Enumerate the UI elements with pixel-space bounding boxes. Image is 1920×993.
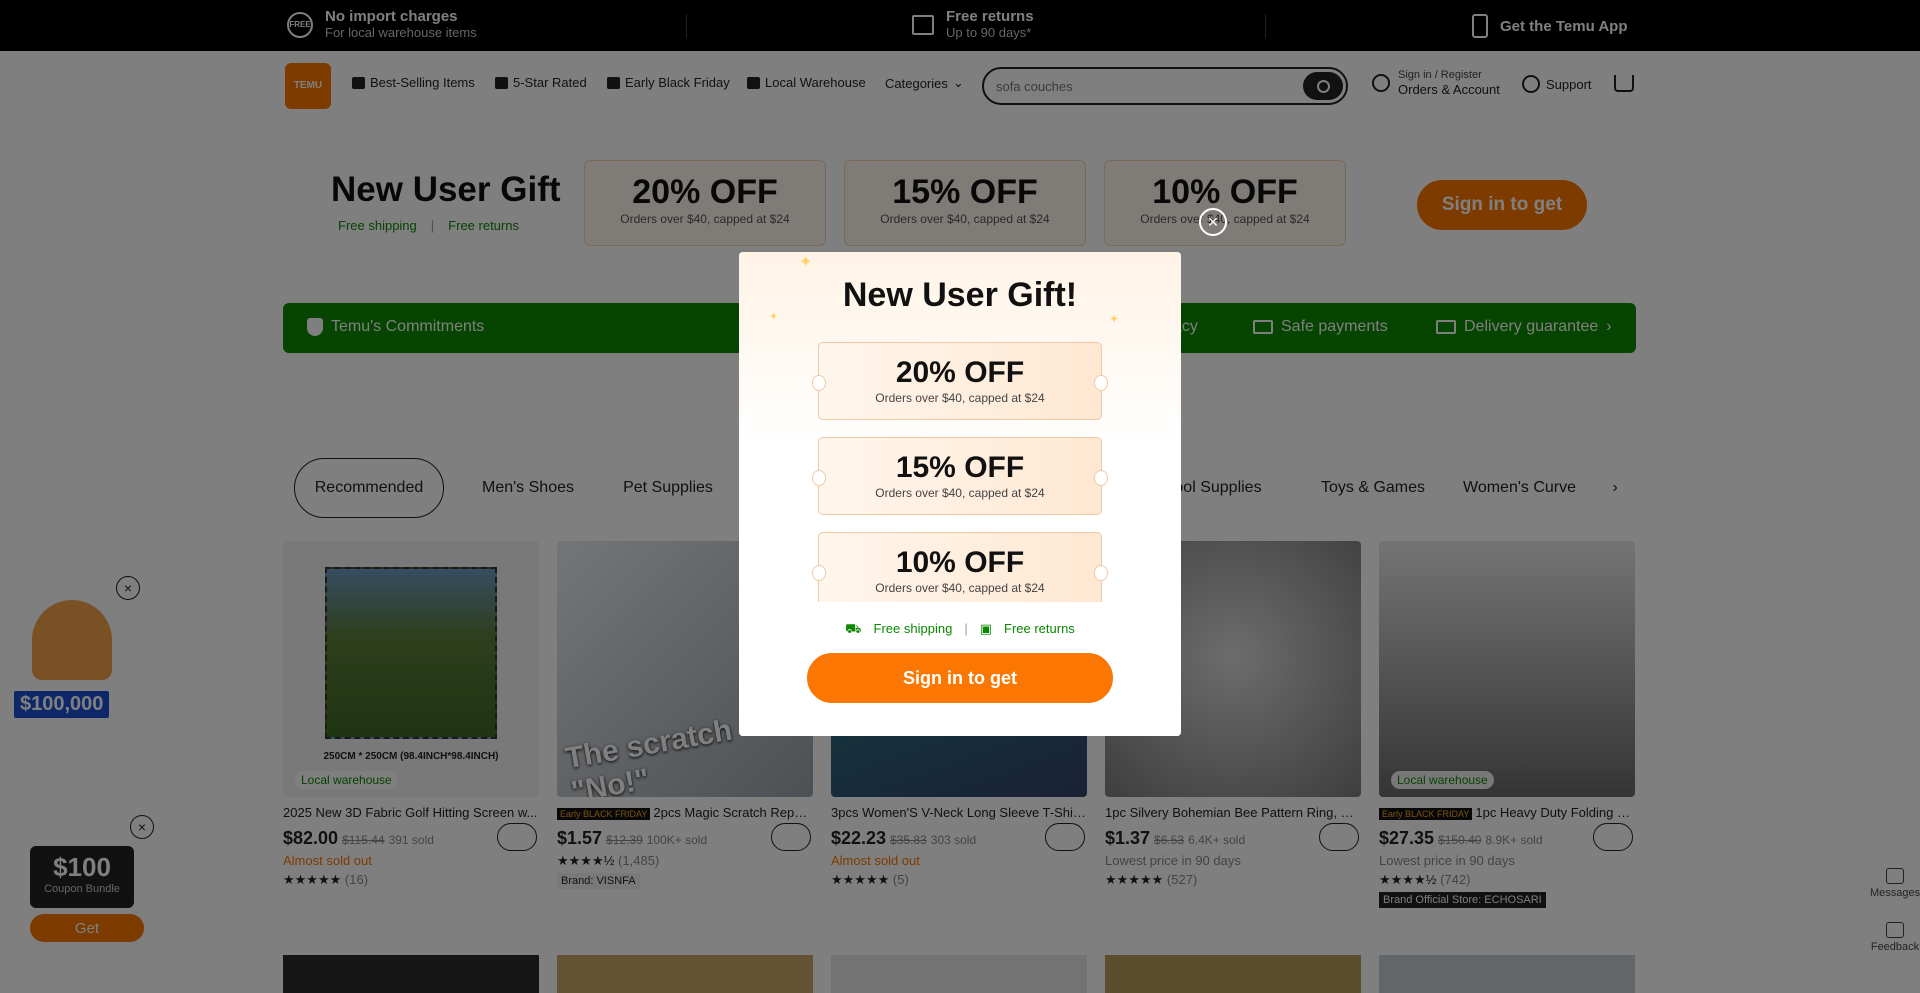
truck-icon: ⛟ <box>845 621 862 636</box>
coupon-desc: Orders over $40, capped at $24 <box>875 581 1045 595</box>
coupon-percent: 10% OFF <box>895 546 1025 579</box>
modal-coupon: 10% OFF Orders over $40, capped at $24 <box>812 532 1108 602</box>
modal-title: New User Gift! <box>842 276 1078 314</box>
coupon-percent: 20% OFF <box>895 356 1025 389</box>
modal-perks: ⛟ Free shipping | ▣ Free returns <box>739 621 1181 639</box>
coupon-desc: Orders over $40, capped at $24 <box>875 391 1045 405</box>
free-returns-label: Free returns <box>1004 621 1075 636</box>
free-shipping-label: Free shipping <box>873 621 953 636</box>
close-icon[interactable]: × <box>1199 208 1227 236</box>
perk-divider: | <box>964 621 968 636</box>
coupon-percent: 15% OFF <box>895 451 1025 484</box>
sign-in-to-get-button[interactable]: Sign in to get <box>807 653 1113 703</box>
sparkle-icon: ✦ <box>799 254 813 271</box>
modal-coupon: 15% OFF Orders over $40, capped at $24 <box>812 437 1108 515</box>
box-icon: ▣ <box>979 621 992 636</box>
coupon-desc: Orders over $40, capped at $24 <box>875 486 1045 500</box>
modal-coupon: 20% OFF Orders over $40, capped at $24 <box>812 342 1108 420</box>
new-user-gift-modal: ✦ ✦ ✦ New User Gift! 20% OFF Orders over … <box>739 252 1181 736</box>
